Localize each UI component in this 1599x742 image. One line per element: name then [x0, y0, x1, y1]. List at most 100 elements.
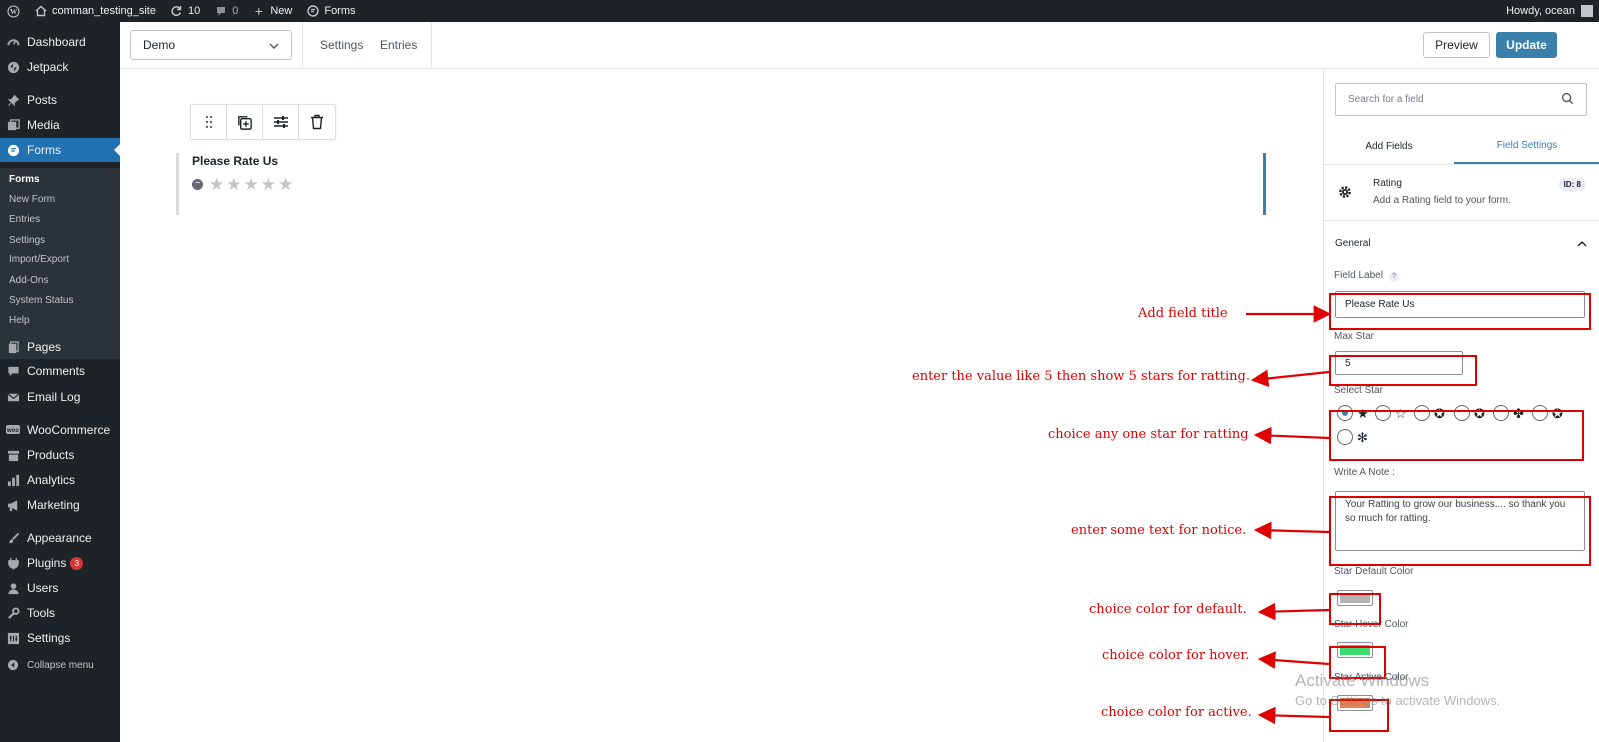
sidebar-item-tools[interactable]: Tools: [0, 602, 120, 624]
forms-label: Forms: [324, 5, 356, 17]
arrow-default-color: [1257, 602, 1330, 621]
star-icon[interactable]: ★: [244, 176, 259, 193]
submenu-item-entries[interactable]: Entries: [9, 214, 40, 225]
field-type-description: Add a Rating field to your form.: [1373, 195, 1511, 206]
sidebar-item-email-log[interactable]: Email Log: [0, 386, 120, 408]
wordpress-logo[interactable]: W: [0, 0, 27, 22]
field-search-input[interactable]: Search for a field: [1335, 83, 1587, 116]
entries-link[interactable]: Entries: [380, 38, 417, 52]
annotation-max-star: enter the value like 5 then show 5 stars…: [912, 369, 1250, 384]
arrow-select-star: [1253, 426, 1330, 445]
watermark-title: Activate Windows: [1295, 671, 1430, 690]
tab-add-fields[interactable]: Add Fields: [1324, 129, 1454, 164]
form-select[interactable]: Demo: [130, 30, 292, 60]
field-label: Please Rate Us: [192, 154, 279, 168]
general-section-toggle[interactable]: General: [1335, 238, 1587, 250]
admin-bar: W comman_testing_site 10 0 + New Forms H…: [0, 0, 1599, 22]
sidebar-item-dashboard[interactable]: Dashboard: [0, 31, 120, 53]
settings-link[interactable]: Settings: [320, 38, 363, 52]
preview-button[interactable]: Preview: [1423, 32, 1490, 58]
form-builder-header: Demo Settings Entries Preview Update: [120, 22, 1599, 69]
sidebar-item-comments[interactable]: Comments: [0, 360, 120, 382]
form-select-value: Demo: [143, 38, 176, 52]
sidebar-item-jetpack[interactable]: Jetpack: [0, 56, 120, 78]
woo-icon: woo: [6, 423, 20, 437]
sidebar-item-label: Plugins: [27, 556, 67, 570]
page-icon: [6, 340, 20, 354]
wrench-icon: [6, 606, 20, 620]
sidebar-item-analytics[interactable]: Analytics: [0, 469, 120, 491]
duplicate-icon[interactable]: [227, 105, 263, 139]
wordpress-icon: W: [7, 4, 20, 18]
sidebar-item-plugins[interactable]: Plugins 3: [0, 552, 120, 574]
howdy-text: Howdy, ocean: [1506, 5, 1575, 17]
help-icon[interactable]: ?: [1388, 272, 1399, 282]
tab-field-settings[interactable]: Field Settings: [1454, 129, 1599, 164]
field-type-title: Rating: [1373, 178, 1402, 189]
comment-icon: [6, 364, 20, 378]
my-account[interactable]: Howdy, ocean: [1506, 5, 1599, 17]
collapse-menu-button[interactable]: Collapse menu: [0, 654, 120, 676]
submenu-item-forms[interactable]: Forms: [9, 174, 40, 185]
collapse-icon: [6, 658, 20, 672]
rating-field-block[interactable]: Please Rate Us − ★ ★ ★ ★ ★: [176, 153, 1266, 215]
sidebar-item-label: Forms: [27, 143, 61, 157]
annotation-box-select-star: [1329, 410, 1584, 461]
settings-icon: [6, 631, 20, 645]
sidebar-item-pages[interactable]: Pages: [0, 336, 120, 358]
drag-handle-icon[interactable]: [191, 105, 227, 139]
sidebar-item-marketing[interactable]: Marketing: [0, 494, 120, 516]
sidebar-item-appearance[interactable]: Appearance: [0, 527, 120, 549]
submenu-item-add-ons[interactable]: Add-Ons: [9, 275, 48, 286]
search-icon: [1561, 92, 1574, 108]
annotation-box-field-label: [1329, 293, 1591, 330]
forms-adminbar-link[interactable]: Forms: [299, 0, 362, 22]
submenu-item-import-export[interactable]: Import/Export: [9, 254, 69, 265]
submenu-item-system-status[interactable]: System Status: [9, 295, 73, 306]
submenu-item-new-form[interactable]: New Form: [9, 194, 55, 205]
sidebar-item-products[interactable]: Products: [0, 444, 120, 466]
arrow-note: [1253, 521, 1330, 540]
watermark-subtitle: Go to Settings to activate Windows.: [1295, 693, 1501, 708]
plugins-update-badge: 3: [70, 556, 84, 570]
new-content-link[interactable]: + New: [245, 0, 299, 22]
selected-indicator: [1263, 153, 1266, 215]
clear-rating-icon[interactable]: −: [192, 179, 203, 190]
plugin-icon: [6, 556, 20, 570]
plus-icon: +: [254, 3, 263, 19]
star-icon[interactable]: ★: [226, 176, 241, 193]
email-icon: [6, 390, 20, 404]
sidebar-item-label: Tools: [27, 606, 56, 620]
sidebar-item-media[interactable]: Media: [0, 114, 120, 136]
annotation-box-default-color: [1329, 593, 1381, 625]
panel-tabs: Add Fields Field Settings: [1324, 129, 1599, 165]
trash-icon[interactable]: [299, 105, 335, 139]
sidebar-item-label: Email Log: [27, 390, 81, 404]
submenu-item-help[interactable]: Help: [9, 315, 30, 326]
updates-icon: [170, 5, 183, 18]
sidebar-item-users[interactable]: Users: [0, 577, 120, 599]
svg-text:W: W: [10, 8, 18, 16]
submenu-item-settings[interactable]: Settings: [9, 235, 45, 246]
comments-link[interactable]: 0: [207, 0, 245, 22]
sidebar-item-label: Analytics: [27, 473, 76, 487]
star-icon[interactable]: ★: [278, 176, 293, 193]
windows-activation-watermark: Activate Windows Go to Settings to activ…: [1295, 671, 1500, 708]
comments-count: 0: [232, 5, 239, 17]
sidebar-item-forms[interactable]: Forms: [0, 138, 120, 162]
sidebar-item-settings[interactable]: Settings: [0, 627, 120, 649]
sidebar-item-woocommerce[interactable]: woo WooCommerce: [0, 419, 120, 441]
arrow-hover-color: [1257, 651, 1330, 669]
rating-stars: − ★ ★ ★ ★ ★: [192, 176, 293, 193]
field-options-icon[interactable]: [263, 105, 299, 139]
star-icon[interactable]: ★: [209, 176, 224, 193]
updates-count: 10: [187, 5, 201, 17]
sidebar-item-posts[interactable]: Posts: [0, 89, 120, 111]
updates-link[interactable]: 10: [163, 0, 207, 22]
sidebar-item-label: Posts: [27, 93, 58, 107]
star-icon[interactable]: ★: [261, 176, 276, 193]
site-name-link[interactable]: comman_testing_site: [27, 0, 163, 22]
sidebar-item-label: Comments: [27, 364, 86, 378]
dashboard-icon: [6, 35, 20, 49]
update-button[interactable]: Update: [1496, 32, 1557, 58]
